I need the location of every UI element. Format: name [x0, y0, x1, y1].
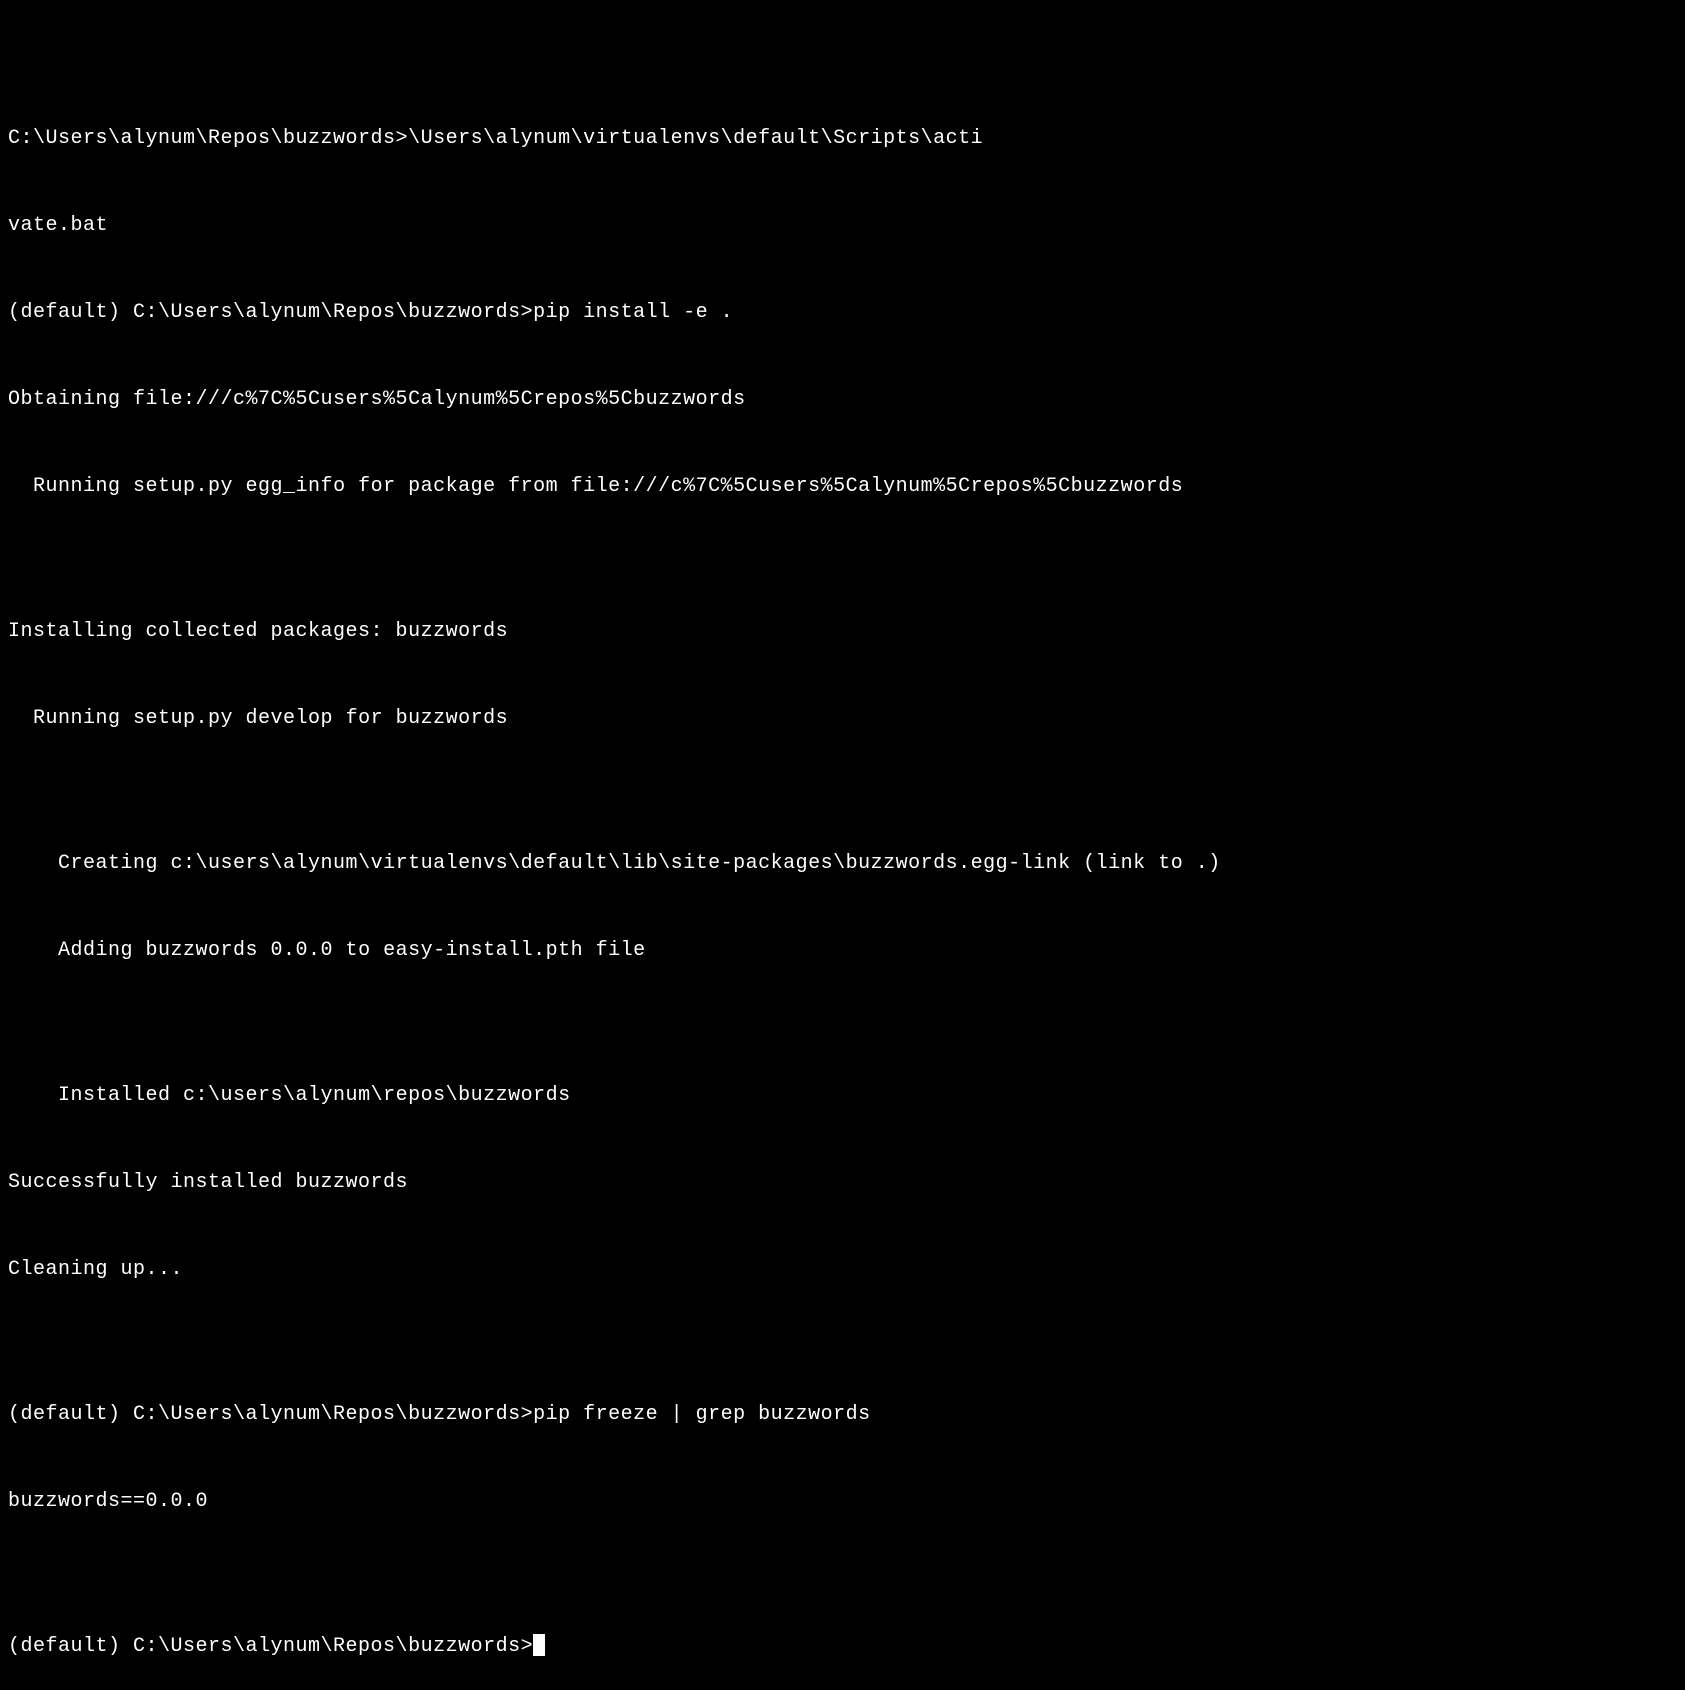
terminal-line: vate.bat [8, 211, 1677, 240]
terminal-line: C:\Users\alynum\Repos\buzzwords>\Users\a… [8, 124, 1677, 153]
terminal-line: Adding buzzwords 0.0.0 to easy-install.p… [8, 936, 1677, 965]
terminal-line: buzzwords==0.0.0 [8, 1487, 1677, 1516]
terminal-window[interactable]: C:\Users\alynum\Repos\buzzwords>\Users\a… [8, 8, 1677, 1690]
cursor-icon [533, 1634, 545, 1656]
terminal-line: Installed c:\users\alynum\repos\buzzword… [8, 1081, 1677, 1110]
terminal-line: Cleaning up... [8, 1255, 1677, 1284]
terminal-line: (default) C:\Users\alynum\Repos\buzzword… [8, 298, 1677, 327]
terminal-line: Installing collected packages: buzzwords [8, 617, 1677, 646]
terminal-line: Running setup.py egg_info for package fr… [8, 472, 1677, 501]
terminal-line: Successfully installed buzzwords [8, 1168, 1677, 1197]
terminal-line: Obtaining file:///c%7C%5Cusers%5Calynum%… [8, 385, 1677, 414]
terminal-line: Running setup.py develop for buzzwords [8, 704, 1677, 733]
terminal-line: Creating c:\users\alynum\virtualenvs\def… [8, 849, 1677, 878]
terminal-prompt-line: (default) C:\Users\alynum\Repos\buzzword… [8, 1632, 1677, 1661]
terminal-prompt: (default) C:\Users\alynum\Repos\buzzword… [8, 1635, 533, 1658]
terminal-line: (default) C:\Users\alynum\Repos\buzzword… [8, 1400, 1677, 1429]
